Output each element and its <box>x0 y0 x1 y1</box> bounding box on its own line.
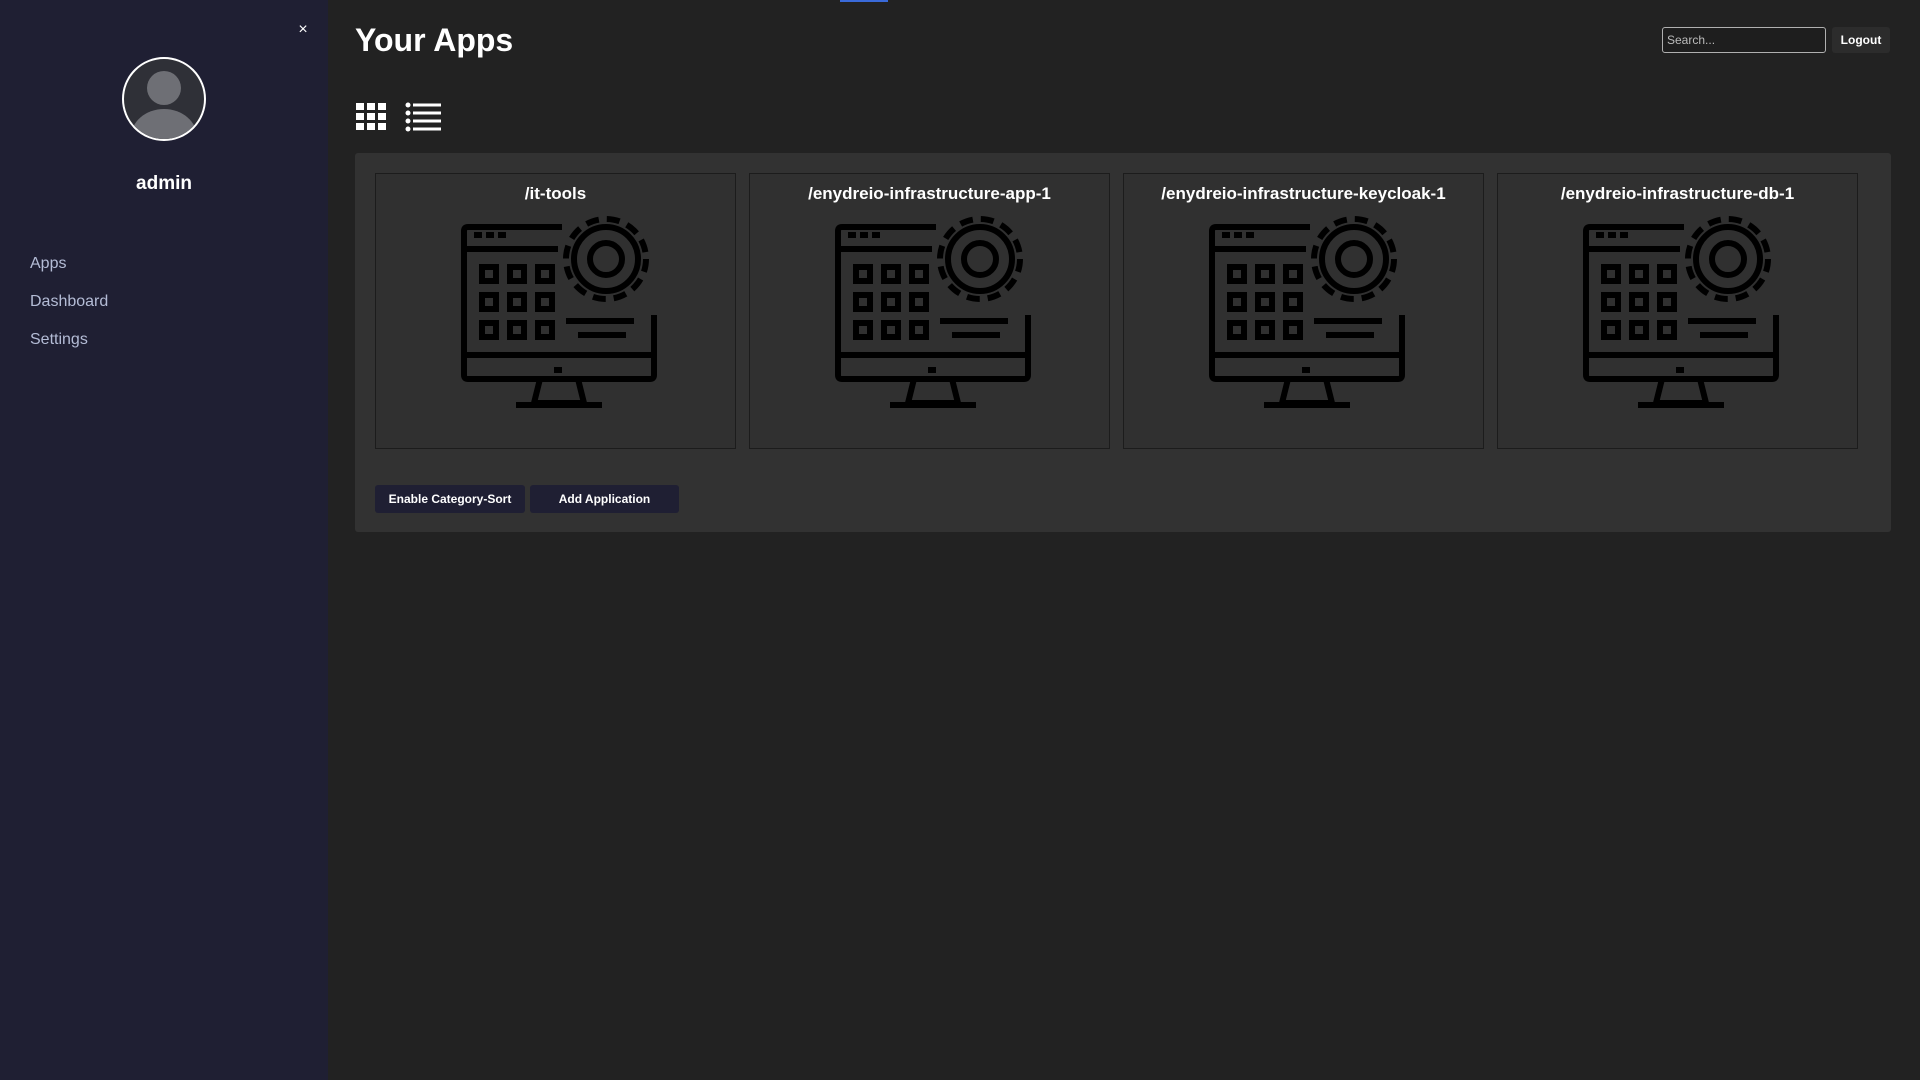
search-input[interactable] <box>1662 27 1826 53</box>
app-card[interactable]: /enydreio-infrastructure-app-1 <box>749 173 1110 449</box>
close-sidebar-button[interactable]: × <box>295 18 311 42</box>
page-title: Your Apps <box>355 22 514 58</box>
sidebar-item-dashboard[interactable]: Dashboard <box>30 288 108 326</box>
grid-view-button[interactable] <box>356 103 386 130</box>
app-card[interactable]: /enydreio-infrastructure-db-1 <box>1497 173 1858 449</box>
app-settings-monitor-icon <box>1583 216 1779 408</box>
app-title: /enydreio-infrastructure-keycloak-1 <box>1161 184 1446 203</box>
app-title: /enydreio-infrastructure-db-1 <box>1560 184 1795 203</box>
user-avatar-icon <box>131 71 197 139</box>
app-title: /enydreio-infrastructure-app-1 <box>808 184 1051 203</box>
sidebar-item-apps[interactable]: Apps <box>30 250 108 288</box>
enable-category-sort-button[interactable]: Enable Category-Sort <box>375 485 525 513</box>
app-settings-monitor-icon <box>461 216 657 408</box>
logout-button[interactable]: Logout <box>1832 27 1890 53</box>
app-settings-monitor-icon <box>835 216 1031 408</box>
add-application-button[interactable]: Add Application <box>530 485 679 513</box>
app-settings-monitor-icon <box>1209 216 1405 408</box>
app-card[interactable]: /enydreio-infrastructure-keycloak-1 <box>1123 173 1484 449</box>
sidebar-nav: Apps Dashboard Settings <box>30 250 108 364</box>
list-view-icon <box>405 102 441 132</box>
top-progress-indicator <box>840 0 888 2</box>
avatar <box>122 57 206 141</box>
sidebar-item-settings[interactable]: Settings <box>30 326 108 364</box>
list-view-button[interactable] <box>405 101 441 133</box>
sidebar: × admin Apps Dashboard Settings <box>0 0 328 1080</box>
username: admin <box>136 173 192 194</box>
grid-view-icon <box>356 103 386 130</box>
app-title: /it-tools <box>524 184 587 203</box>
app-card[interactable]: /it-tools <box>375 173 736 449</box>
apps-panel: /it-tools /enydreio-infrastructure-app-1… <box>355 153 1891 532</box>
